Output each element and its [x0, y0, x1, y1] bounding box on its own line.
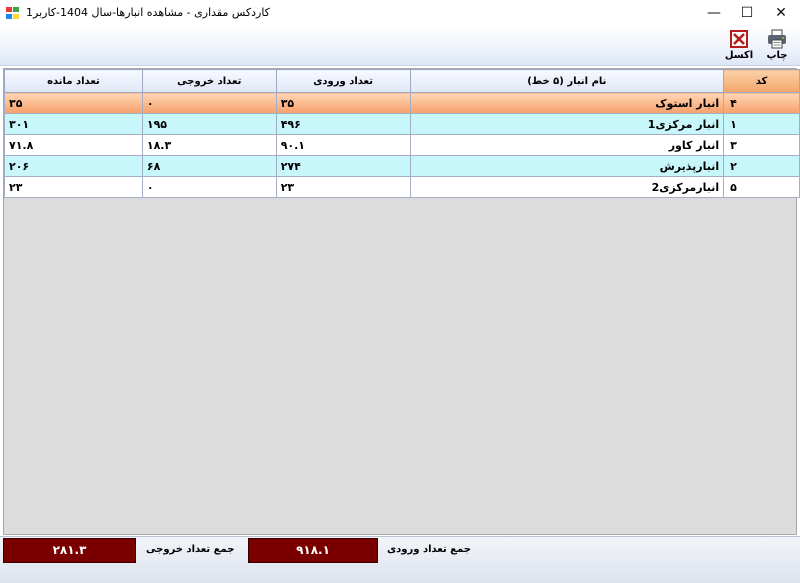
total-outbound-label: جمع تعداد خروجی — [146, 544, 235, 555]
cell-remaining[interactable]: ۳۵ — [4, 92, 143, 114]
cell-code[interactable]: ۱ — [723, 113, 800, 135]
cell-outbound[interactable]: ۱۸.۳ — [141, 134, 277, 156]
cell-name[interactable]: انبار استوک — [409, 92, 725, 114]
maximize-button[interactable]: ☐ — [730, 0, 764, 26]
print-button[interactable]: چاپ — [760, 26, 794, 66]
table-row[interactable]: ۱ انبار مرکزی1 ۴۹۶ ۱۹۵ ۳۰۱ — [4, 113, 800, 135]
cell-code[interactable]: ۴ — [723, 92, 800, 114]
column-header-name[interactable]: نام انبار (۵ خط) — [409, 69, 725, 93]
cell-code[interactable]: ۳ — [723, 134, 800, 156]
cell-remaining[interactable]: ۷۱.۸ — [4, 134, 143, 156]
cell-inbound[interactable]: ۲۷۴ — [275, 155, 411, 177]
total-inbound-label: جمع تعداد ورودی — [387, 544, 471, 555]
cell-code[interactable]: ۵ — [723, 176, 800, 198]
cell-inbound[interactable]: ۴۹۶ — [275, 113, 411, 135]
cell-code[interactable]: ۲ — [723, 155, 800, 177]
cell-inbound[interactable]: ۲۳ — [275, 176, 411, 198]
totals-footer: ۲۸۱.۳ جمع تعداد خروجی ۹۱۸.۱ جمع تعداد ور… — [0, 536, 800, 583]
excel-label: اکسل — [724, 50, 754, 61]
cell-outbound[interactable]: ۶۸ — [141, 155, 277, 177]
cell-remaining[interactable]: ۲۳ — [4, 176, 143, 198]
column-header-remaining[interactable]: تعداد مانده — [4, 69, 143, 93]
warehouse-table: کد نام انبار (۵ خط) تعداد ورودی تعداد خر… — [4, 69, 800, 198]
total-outbound-value: ۲۸۱.۳ — [3, 538, 136, 563]
cell-remaining[interactable]: ۳۰۱ — [4, 113, 143, 135]
app-icon — [6, 7, 19, 19]
minimize-button[interactable]: — — [697, 0, 731, 26]
window-title: کاردکس مقداری - مشاهده انبارها-سال 1404-… — [26, 6, 270, 19]
printer-icon — [768, 29, 786, 49]
column-header-code[interactable]: کد — [723, 69, 800, 93]
data-grid-area[interactable]: کد نام انبار (۵ خط) تعداد ورودی تعداد خر… — [3, 68, 800, 535]
column-header-inbound[interactable]: تعداد ورودی — [275, 69, 411, 93]
close-button[interactable]: ✕ — [764, 0, 798, 26]
cell-inbound[interactable]: ۳۵ — [275, 92, 411, 114]
table-row[interactable]: ۵ انبارمرکزی2 ۲۳ ۰ ۲۳ — [4, 176, 800, 198]
cell-name[interactable]: انبار مرکزی1 — [409, 113, 725, 135]
cell-remaining[interactable]: ۲۰۶ — [4, 155, 143, 177]
cell-outbound[interactable]: ۰ — [141, 92, 277, 114]
table-header-row: کد نام انبار (۵ خط) تعداد ورودی تعداد خر… — [4, 69, 800, 93]
cell-name[interactable]: انبار کاور — [409, 134, 725, 156]
cell-name[interactable]: انبارپذیرش — [409, 155, 725, 177]
title-bar: کاردکس مقداری - مشاهده انبارها-سال 1404-… — [0, 0, 800, 26]
total-inbound-value: ۹۱۸.۱ — [248, 538, 378, 563]
toolbar: اکسل چاپ — [0, 26, 800, 66]
table-row[interactable]: ۳ انبار کاور ۹۰.۱ ۱۸.۳ ۷۱.۸ — [4, 134, 800, 156]
column-header-outbound[interactable]: تعداد خروجی — [141, 69, 277, 93]
print-label: چاپ — [766, 50, 788, 61]
table-row[interactable]: ۲ انبارپذیرش ۲۷۴ ۶۸ ۲۰۶ — [4, 155, 800, 177]
cell-outbound[interactable]: ۱۹۵ — [141, 113, 277, 135]
table-row[interactable]: ۴ انبار استوک ۳۵ ۰ ۳۵ — [4, 92, 800, 114]
cell-name[interactable]: انبارمرکزی2 — [409, 176, 725, 198]
excel-button[interactable]: اکسل — [722, 26, 756, 66]
cell-inbound[interactable]: ۹۰.۱ — [275, 134, 411, 156]
cell-outbound[interactable]: ۰ — [141, 176, 277, 198]
excel-icon — [730, 30, 748, 48]
